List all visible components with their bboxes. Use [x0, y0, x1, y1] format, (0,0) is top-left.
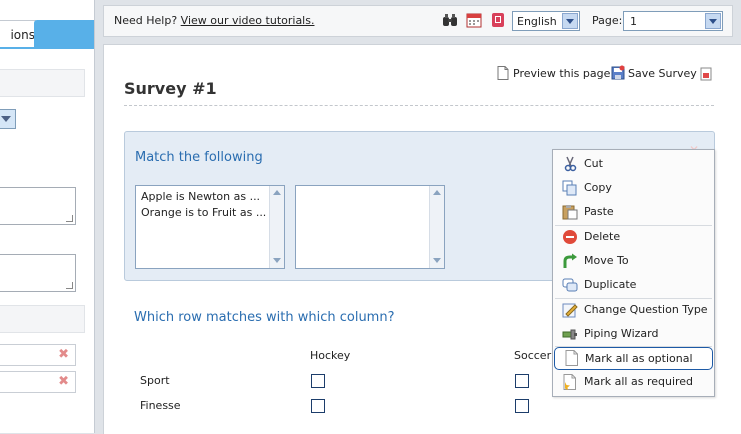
menu-item-label: Paste [584, 205, 614, 218]
context-menu: Cut Copy Paste Delete Move To Duplicate [552, 149, 715, 397]
menu-item-cut[interactable]: Cut [553, 152, 714, 176]
delete-icon [563, 230, 577, 244]
calendar-icon[interactable] [466, 12, 482, 28]
optional-page-icon [565, 350, 578, 366]
form-icon[interactable] [490, 12, 506, 28]
video-tutorials-link[interactable]: View our video tutorials. [181, 14, 315, 27]
left-panel-textarea[interactable] [0, 254, 76, 292]
menu-item-paste[interactable]: Paste [553, 200, 714, 224]
chevron-down-icon[interactable] [705, 13, 721, 29]
duplicate-icon [562, 278, 578, 292]
page-select[interactable]: 1 [623, 11, 723, 31]
menu-item-mark-all-optional[interactable]: Mark all as optional [554, 347, 713, 370]
save-label: Save Survey [628, 67, 697, 80]
scroll-up-icon[interactable] [432, 188, 442, 198]
matrix-column-header: Hockey [310, 349, 351, 362]
scroll-up-icon[interactable] [272, 188, 282, 198]
help-prefix: Need Help? [114, 14, 178, 27]
matrix-checkbox[interactable] [311, 374, 325, 388]
matrix-checkbox[interactable] [515, 374, 529, 388]
menu-item-label: Delete [584, 230, 621, 243]
close-document-icon[interactable] [700, 67, 712, 81]
chevron-down-icon[interactable] [562, 13, 578, 29]
language-select[interactable]: English [512, 11, 580, 31]
piping-icon [562, 329, 577, 340]
language-value: English [517, 15, 557, 28]
help-text: Need Help? View our video tutorials. [114, 14, 314, 27]
page-title: Survey #1 [124, 79, 217, 98]
menu-item-copy[interactable]: Copy [553, 176, 714, 200]
preview-label: Preview this page [513, 67, 611, 80]
page-value: 1 [630, 15, 637, 28]
matrix-checkbox[interactable] [311, 399, 325, 413]
matrix-column-header: Soccer [514, 349, 552, 362]
list-item[interactable]: Apple is Newton as ... [141, 190, 260, 203]
scroll-down-icon[interactable] [432, 256, 442, 266]
matrix-row-label: Sport [140, 374, 170, 387]
menu-item-move-to[interactable]: Move To [553, 249, 714, 273]
menu-item-label: Cut [584, 157, 603, 170]
paste-icon [562, 205, 578, 220]
list-item[interactable]: Orange is to Fruit as ... [141, 206, 266, 219]
scrollbar[interactable] [269, 186, 284, 268]
edit-icon [562, 303, 578, 318]
matrix-row-label: Finesse [140, 399, 181, 412]
left-panel-dropdown[interactable] [0, 109, 16, 129]
menu-item-change-question-type[interactable]: Change Question Type [553, 298, 714, 322]
move-icon [563, 253, 577, 268]
question-title: Match the following [135, 150, 263, 165]
menu-item-label: Change Question Type [584, 303, 708, 316]
scroll-down-icon[interactable] [272, 256, 282, 266]
left-panel-textarea[interactable] [0, 187, 76, 225]
remove-icon[interactable]: ✖ [58, 348, 69, 362]
menu-item-label: Mark all as required [584, 375, 694, 388]
menu-item-label: Mark all as optional [585, 352, 693, 365]
left-panel-row [0, 305, 85, 333]
top-toolbar: Need Help? View our video tutorials. Eng… [103, 5, 733, 37]
title-divider [124, 105, 714, 106]
left-panel: ions ✖ ✖ [0, 0, 95, 433]
save-icon [611, 65, 625, 80]
scissors-icon [564, 156, 577, 172]
copy-icon [562, 180, 577, 196]
menu-item-label: Move To [584, 254, 629, 267]
left-panel-input[interactable]: ✖ [0, 344, 76, 366]
binoculars-icon[interactable] [442, 12, 458, 28]
menu-item-mark-all-required[interactable]: Mark all as required [553, 370, 714, 394]
remove-icon[interactable]: ✖ [58, 375, 69, 389]
left-panel-input[interactable]: ✖ [0, 371, 76, 393]
matrix-question-title: Which row matches with which column? [134, 310, 395, 325]
left-panel-row [0, 69, 85, 97]
menu-item-label: Piping Wizard [584, 327, 659, 340]
left-tab-active[interactable] [34, 20, 94, 47]
left-tab[interactable]: ions [0, 20, 36, 47]
left-tab-label: ions [10, 28, 35, 42]
matrix-checkbox[interactable] [515, 399, 529, 413]
page-label: Page: [592, 14, 623, 27]
menu-item-duplicate[interactable]: Duplicate [553, 273, 714, 297]
tab-underline [0, 47, 94, 49]
match-right-listbox[interactable] [295, 185, 445, 269]
match-left-listbox[interactable]: Apple is Newton as ... Orange is to Frui… [135, 185, 285, 269]
menu-item-label: Duplicate [584, 278, 637, 291]
page-icon [497, 66, 509, 80]
scrollbar[interactable] [429, 186, 444, 268]
menu-item-piping-wizard[interactable]: Piping Wizard [553, 322, 714, 346]
required-page-icon [563, 374, 576, 390]
menu-item-delete[interactable]: Delete [553, 225, 714, 249]
menu-item-label: Copy [584, 181, 612, 194]
